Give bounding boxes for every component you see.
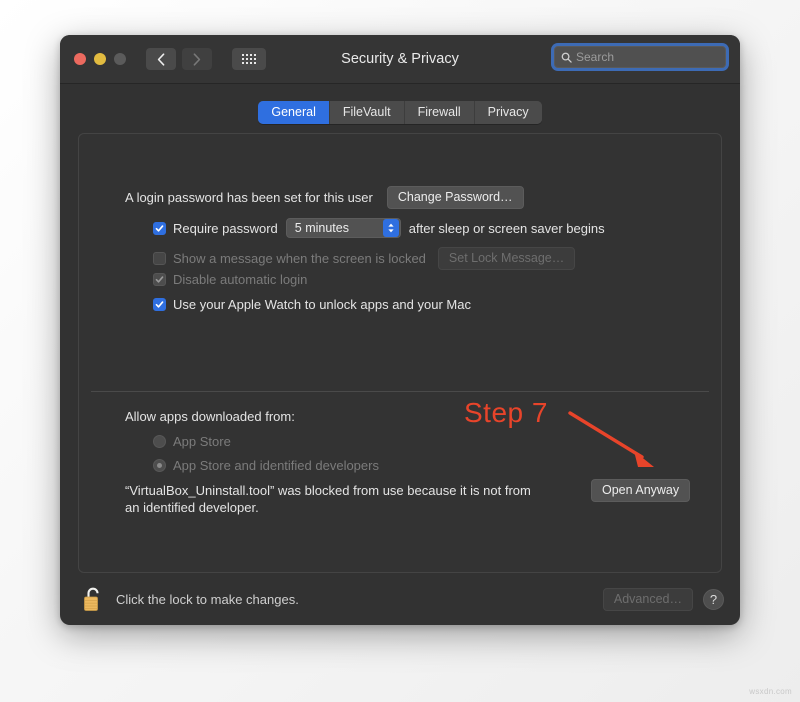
radio-app-store-row: App Store [153,434,231,449]
show-lock-message-label: Show a message when the screen is locked [173,251,426,266]
unlocked-padlock-icon [84,587,99,611]
app-store-radio [153,435,166,448]
help-button[interactable]: ? [703,588,724,610]
radio-app-store-identified-row: App Store and identified developers [153,458,379,473]
show-all-preferences-button[interactable] [232,48,266,70]
radio-selected-dot [157,463,162,468]
annotation-step-label: Step 7 [464,397,548,428]
apple-watch-unlock-checkbox[interactable] [153,298,166,311]
require-password-label: Require password [173,220,278,236]
require-password-interval-select[interactable]: 5 minutes [285,218,401,238]
forward-button[interactable] [182,48,212,70]
lock-instruction-text: Click the lock to make changes. [116,591,299,607]
show-lock-message-row: Show a message when the screen is locked… [153,247,576,270]
search-placeholder: Search [576,50,615,64]
security-privacy-window: Security & Privacy Search General FileVa… [60,35,740,625]
disable-automatic-login-checkbox [153,273,166,286]
window-titlebar: Security & Privacy Search [60,35,740,84]
tab-bar: General FileVault Firewall Privacy [60,84,740,124]
disable-automatic-login-label: Disable automatic login [173,272,308,287]
checkmark-icon [155,301,164,308]
require-password-interval-value: 5 minutes [294,221,349,235]
show-lock-message-checkbox [153,252,166,265]
blocked-app-message: “VirtualBox_Uninstall.tool” was blocked … [125,483,531,515]
open-anyway-button[interactable]: Open Anyway [591,479,691,502]
watermark: wsxdn.com [749,687,792,696]
search-field[interactable]: Search [554,46,726,68]
tab-privacy[interactable]: Privacy [474,101,542,124]
window-bottom-bar: Click the lock to make changes. Advanced… [60,573,740,625]
minimize-window-button[interactable] [94,53,106,65]
change-password-button[interactable]: Change Password… [386,186,524,209]
advanced-button: Advanced… [602,587,693,611]
bottom-bar-actions: Advanced… ? [602,587,724,611]
allow-apps-heading: Allow apps downloaded from: [125,409,295,424]
search-icon [561,52,572,63]
tab-general[interactable]: General [258,101,330,124]
traffic-light-group [74,53,126,65]
require-password-row: Require password 5 minutes after sleep o… [153,218,605,238]
checkmark-icon [155,276,164,283]
grid-icon [242,54,256,64]
apple-watch-unlock-label: Use your Apple Watch to unlock apps and … [173,297,471,312]
require-password-checkbox[interactable] [153,221,166,235]
disable-automatic-login-row: Disable automatic login [153,272,307,287]
close-window-button[interactable] [74,53,86,65]
login-password-row: A login password has been set for this u… [125,186,524,209]
zoom-window-button [114,53,126,65]
app-store-identified-developers-radio [153,459,166,472]
require-password-suffix-label: after sleep or screen saver begins [408,220,605,236]
tab-filevault[interactable]: FileVault [329,101,405,124]
chevron-left-icon [157,52,165,66]
app-store-radio-label: App Store [173,434,231,449]
set-lock-message-button: Set Lock Message… [437,247,576,270]
navigation-buttons [146,48,266,70]
apple-watch-unlock-row: Use your Apple Watch to unlock apps and … [153,297,471,312]
chevron-updown-icon [382,219,399,237]
login-password-label: A login password has been set for this u… [125,190,373,205]
general-settings-panel: A login password has been set for this u… [78,133,722,573]
chevron-right-icon [193,52,201,66]
lock-control[interactable]: Click the lock to make changes. [82,586,299,613]
allow-apps-heading-row: Allow apps downloaded from: [125,409,295,424]
section-divider [91,391,709,392]
tab-firewall[interactable]: Firewall [404,101,475,124]
back-button[interactable] [146,48,176,70]
app-store-identified-developers-label: App Store and identified developers [173,458,379,473]
checkmark-icon [155,224,164,232]
